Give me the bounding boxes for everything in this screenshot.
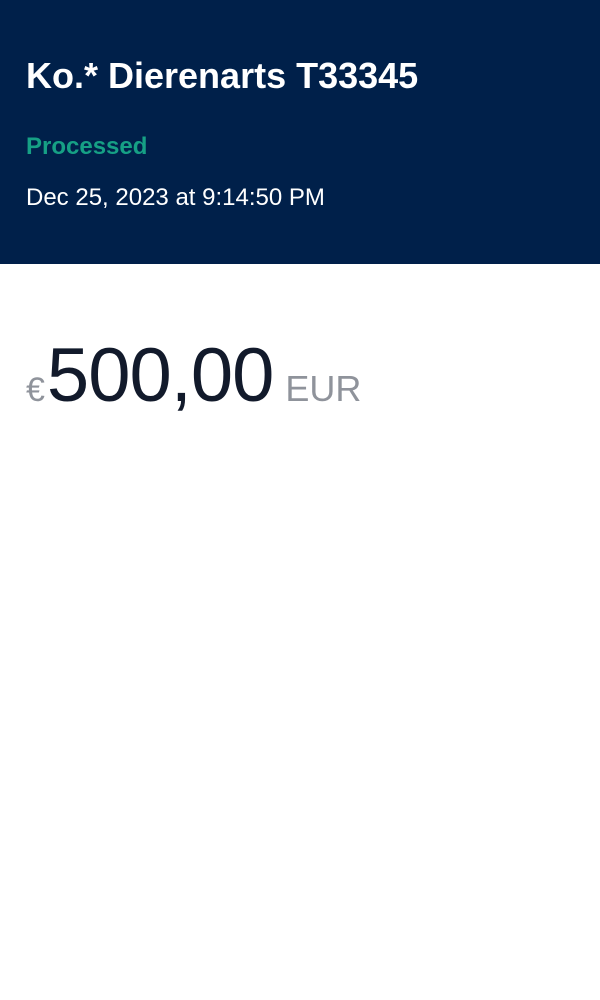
transaction-status: Processed xyxy=(26,133,148,160)
transaction-header: Ko.* Dierenarts T33345 Processed Dec 25,… xyxy=(0,0,600,264)
merchant-title: Ko.* Dierenarts T33345 xyxy=(26,55,419,96)
currency-symbol: € xyxy=(26,371,45,409)
transaction-amount: € 500,00 EUR xyxy=(26,334,361,418)
transaction-timestamp: Dec 25, 2023 at 9:14:50 PM xyxy=(26,184,325,211)
amount-value: 500,00 xyxy=(46,333,274,418)
currency-code: EUR xyxy=(285,368,362,409)
transaction-detail-screen: Ko.* Dierenarts T33345 Processed Dec 25,… xyxy=(0,0,600,1000)
